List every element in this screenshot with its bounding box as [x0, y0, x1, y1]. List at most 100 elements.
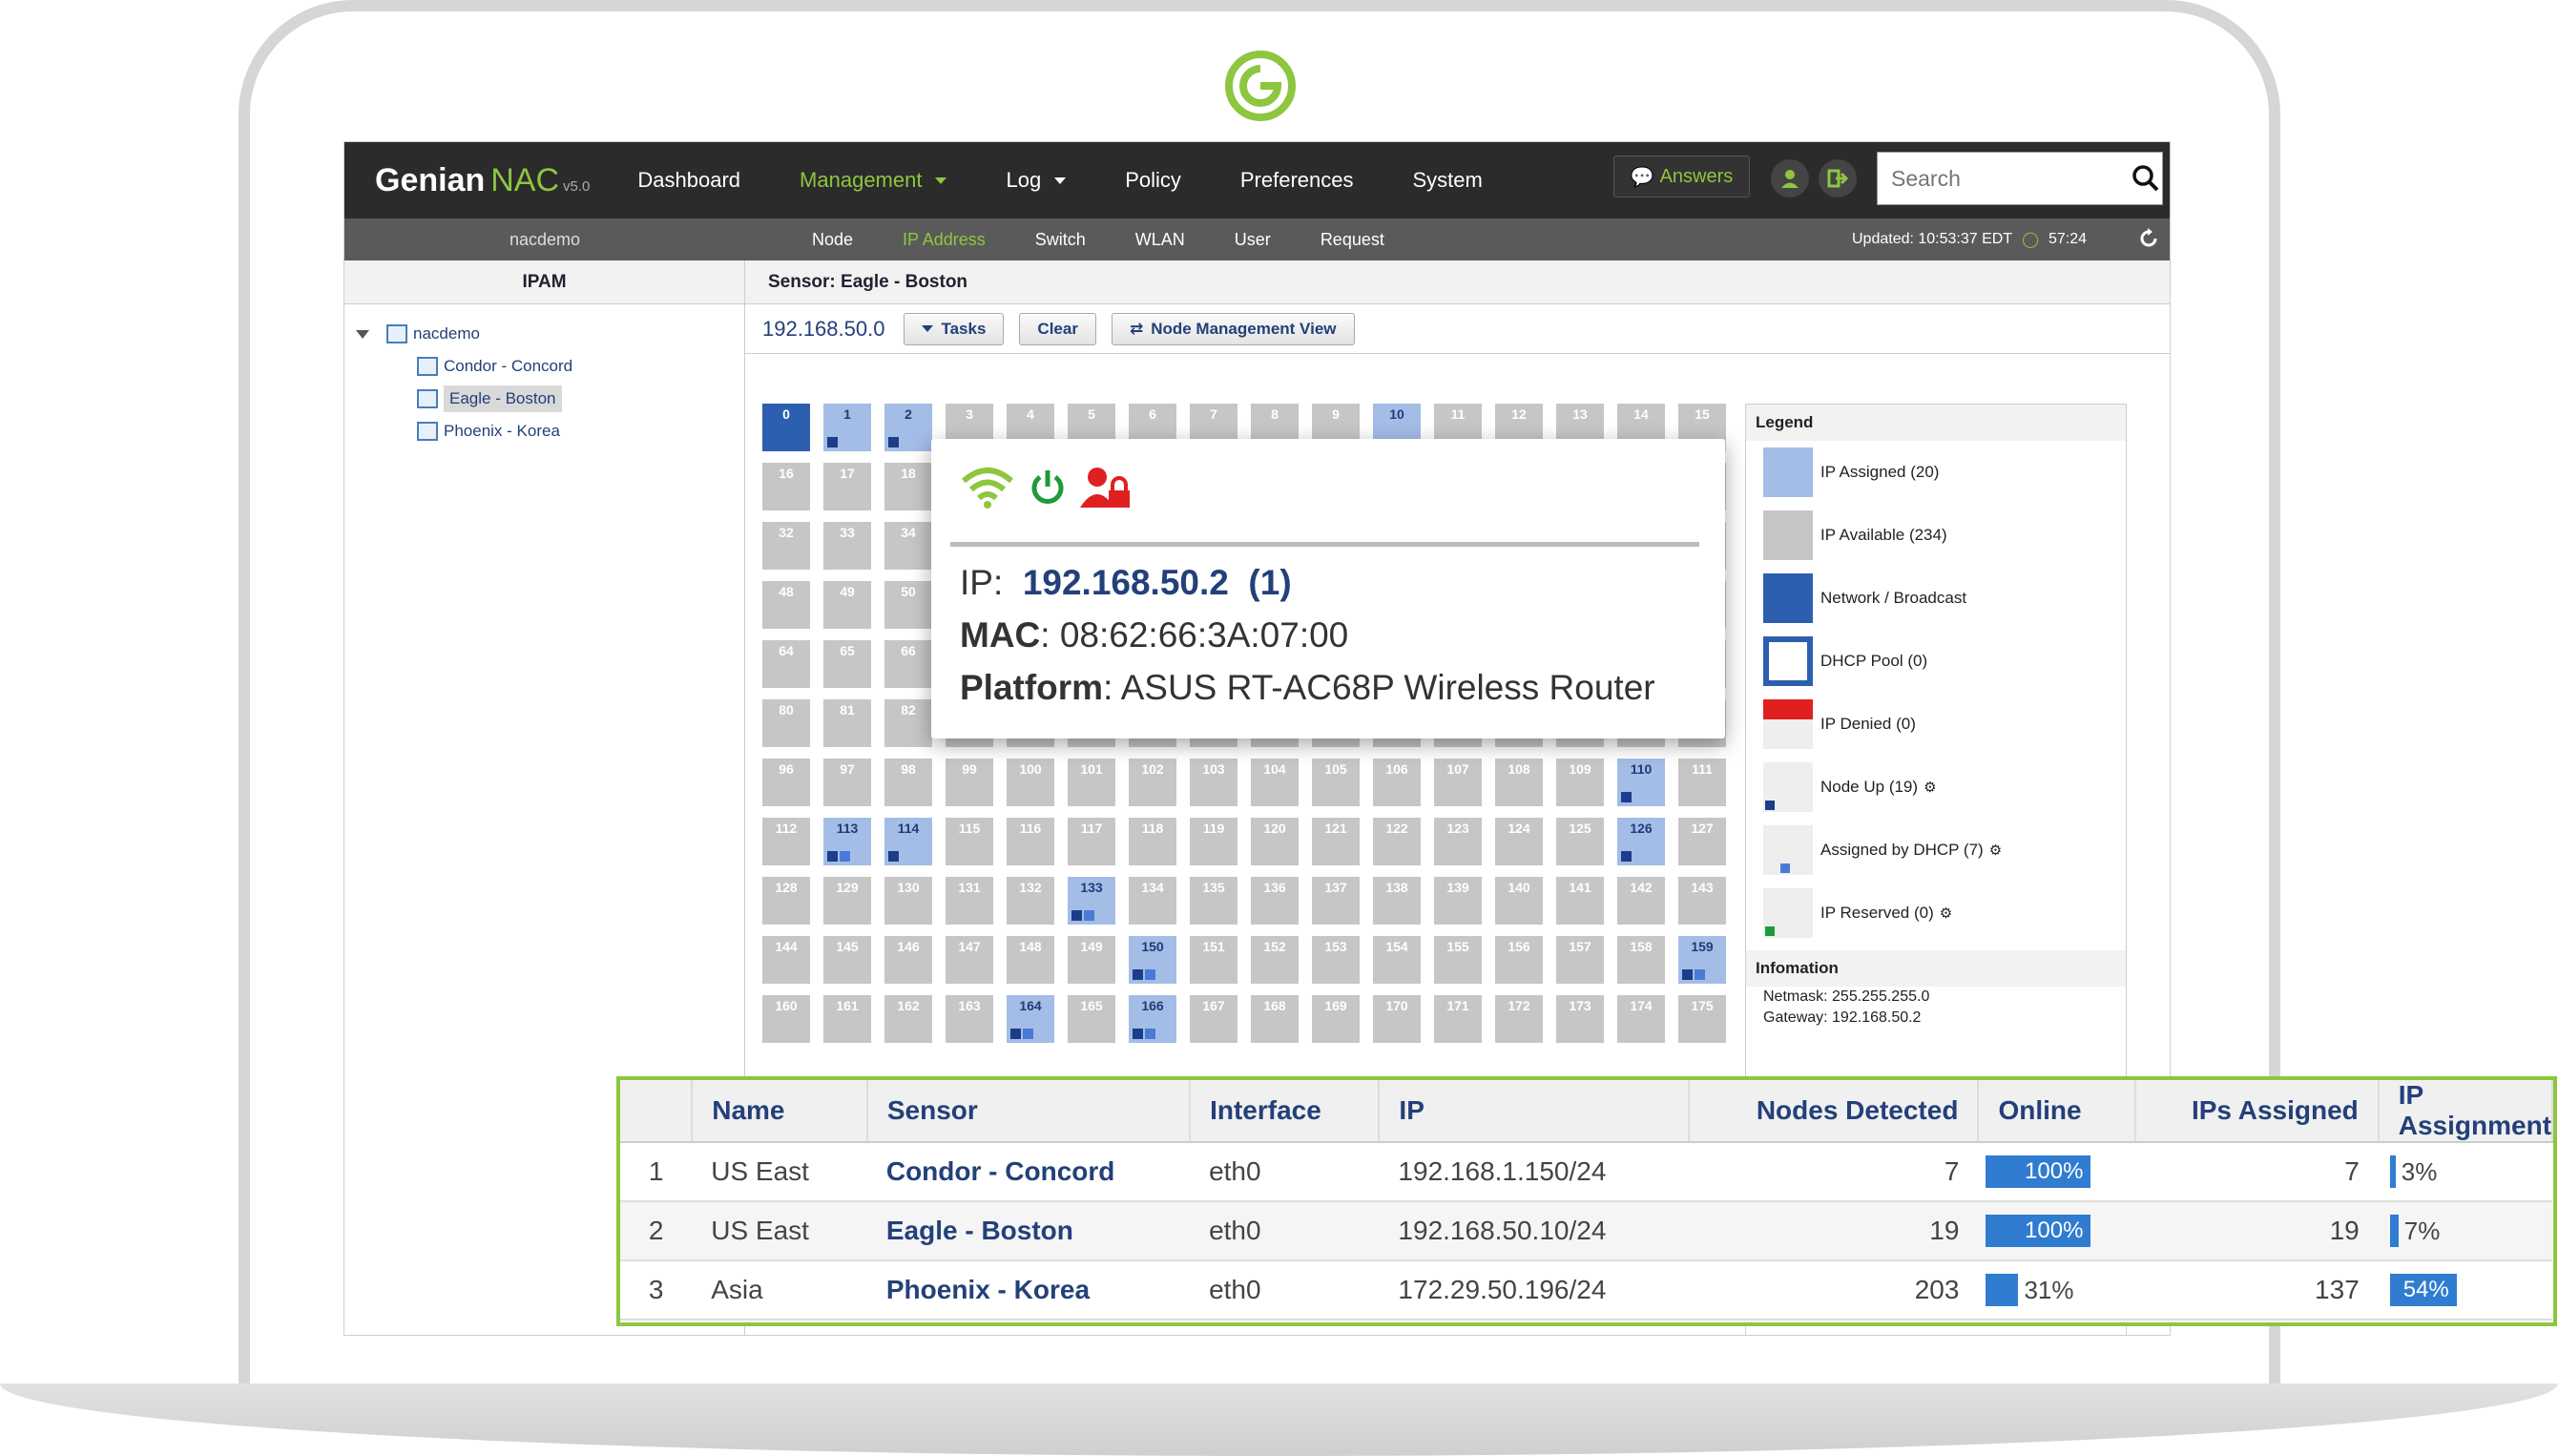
ip-cell[interactable]: 167 — [1190, 995, 1237, 1043]
subnav-item-wlan[interactable]: WLAN — [1135, 230, 1185, 250]
ip-cell[interactable]: 117 — [1068, 818, 1115, 865]
ip-cell[interactable]: 34 — [884, 522, 932, 570]
ip-cell[interactable]: 151 — [1190, 936, 1237, 984]
search-icon[interactable] — [2130, 162, 2162, 195]
ip-cell[interactable]: 1 — [823, 404, 871, 451]
column-header[interactable]: Nodes Detected — [1688, 1080, 1980, 1143]
subnav-item-switch[interactable]: Switch — [1035, 230, 1086, 250]
ip-cell[interactable]: 134 — [1129, 877, 1176, 925]
ip-cell[interactable]: 129 — [823, 877, 871, 925]
ip-cell[interactable]: 130 — [884, 877, 932, 925]
ip-cell[interactable]: 149 — [1068, 936, 1115, 984]
column-header[interactable]: Interface — [1190, 1080, 1381, 1143]
ip-cell[interactable]: 146 — [884, 936, 932, 984]
nav-item-preferences[interactable]: Preferences — [1240, 168, 1354, 193]
tree-item-sensor[interactable]: Phoenix - Korea — [350, 415, 744, 447]
tree-item-sensor[interactable]: Eagle - Boston — [350, 383, 744, 415]
table-row[interactable]: 3 Asia Phoenix - Korea eth0 172.29.50.196/24… — [620, 1260, 2552, 1321]
ip-cell[interactable]: 142 — [1617, 877, 1665, 925]
node-management-view-button[interactable]: ⇄ Node Management View — [1111, 312, 1355, 345]
ip-cell[interactable]: 111 — [1678, 759, 1726, 806]
column-header[interactable]: Name — [692, 1080, 868, 1143]
search-input[interactable] — [1878, 165, 2130, 192]
ip-cell[interactable]: 171 — [1434, 995, 1482, 1043]
ip-cell[interactable]: 105 — [1312, 759, 1360, 806]
ip-cell[interactable]: 50 — [884, 581, 932, 629]
expand-icon[interactable] — [356, 329, 369, 339]
ip-cell[interactable]: 155 — [1434, 936, 1482, 984]
ip-cell[interactable]: 132 — [1007, 877, 1054, 925]
nav-item-system[interactable]: System — [1413, 168, 1483, 193]
ip-cell[interactable]: 144 — [762, 936, 810, 984]
ip-cell[interactable]: 140 — [1495, 877, 1543, 925]
gear-icon[interactable]: ⚙ — [1940, 905, 1952, 922]
ip-cell[interactable]: 156 — [1495, 936, 1543, 984]
answers-button[interactable]: 💬 Answers — [1613, 156, 1750, 198]
user-profile-button[interactable] — [1771, 159, 1809, 198]
ip-cell[interactable]: 115 — [946, 818, 993, 865]
ip-cell[interactable]: 172 — [1495, 995, 1543, 1043]
ip-cell[interactable]: 102 — [1129, 759, 1176, 806]
ip-cell[interactable]: 120 — [1251, 818, 1299, 865]
ip-cell[interactable]: 158 — [1617, 936, 1665, 984]
ip-cell[interactable]: 164 — [1007, 995, 1054, 1043]
ip-cell[interactable]: 119 — [1190, 818, 1237, 865]
ip-cell[interactable]: 82 — [884, 699, 932, 747]
ip-cell[interactable]: 107 — [1434, 759, 1482, 806]
tasks-button[interactable]: Tasks — [904, 312, 1005, 345]
refresh-icon[interactable] — [2138, 228, 2159, 249]
column-header[interactable]: IP Assignment — [2378, 1080, 2554, 1143]
ip-cell[interactable]: 133 — [1068, 877, 1115, 925]
ip-cell[interactable]: 49 — [823, 581, 871, 629]
ip-cell[interactable]: 125 — [1556, 818, 1604, 865]
sensor-link[interactable]: Phoenix - Korea — [866, 1260, 1191, 1321]
ip-cell[interactable]: 162 — [884, 995, 932, 1043]
nav-item-dashboard[interactable]: Dashboard — [637, 168, 740, 193]
ip-cell[interactable]: 32 — [762, 522, 810, 570]
ip-cell[interactable]: 122 — [1373, 818, 1421, 865]
ip-cell[interactable]: 126 — [1617, 818, 1665, 865]
ip-cell[interactable]: 170 — [1373, 995, 1421, 1043]
ip-cell[interactable]: 168 — [1251, 995, 1299, 1043]
ip-cell[interactable]: 110 — [1617, 759, 1665, 806]
ip-cell[interactable]: 169 — [1312, 995, 1360, 1043]
ip-cell[interactable]: 80 — [762, 699, 810, 747]
ip-cell[interactable]: 141 — [1556, 877, 1604, 925]
table-row[interactable]: 2 US East Eagle - Boston eth0 192.168.50.10/… — [620, 1201, 2552, 1261]
ip-cell[interactable]: 145 — [823, 936, 871, 984]
ip-cell[interactable]: 112 — [762, 818, 810, 865]
ip-cell[interactable]: 99 — [946, 759, 993, 806]
nav-item-policy[interactable]: Policy — [1125, 168, 1181, 193]
nav-item-log[interactable]: Log — [1006, 168, 1067, 193]
ip-cell[interactable]: 148 — [1007, 936, 1054, 984]
ip-cell[interactable]: 159 — [1678, 936, 1726, 984]
ip-cell[interactable]: 128 — [762, 877, 810, 925]
ip-cell[interactable]: 108 — [1495, 759, 1543, 806]
ip-cell[interactable]: 166 — [1129, 995, 1176, 1043]
ip-cell[interactable]: 109 — [1556, 759, 1604, 806]
column-header[interactable]: IP — [1379, 1080, 1690, 1143]
subnav-item-user[interactable]: User — [1235, 230, 1271, 250]
ip-cell[interactable]: 143 — [1678, 877, 1726, 925]
ip-cell[interactable]: 174 — [1617, 995, 1665, 1043]
nav-item-management[interactable]: Management — [800, 168, 947, 193]
ip-cell[interactable]: 161 — [823, 995, 871, 1043]
ip-cell[interactable]: 152 — [1251, 936, 1299, 984]
ip-cell[interactable]: 64 — [762, 640, 810, 688]
ip-cell[interactable]: 113 — [823, 818, 871, 865]
ip-cell[interactable]: 173 — [1556, 995, 1604, 1043]
gear-icon[interactable]: ⚙ — [1924, 779, 1936, 796]
ip-cell[interactable]: 154 — [1373, 936, 1421, 984]
ip-cell[interactable]: 0 — [762, 404, 810, 451]
ip-cell[interactable]: 147 — [946, 936, 993, 984]
ip-cell[interactable]: 127 — [1678, 818, 1726, 865]
ip-cell[interactable]: 104 — [1251, 759, 1299, 806]
ip-cell[interactable]: 96 — [762, 759, 810, 806]
ip-cell[interactable]: 101 — [1068, 759, 1115, 806]
ip-cell[interactable]: 81 — [823, 699, 871, 747]
ip-cell[interactable]: 17 — [823, 463, 871, 510]
table-row[interactable]: 1 US East Condor - Concord eth0 192.168.1.15… — [620, 1142, 2552, 1202]
ip-cell[interactable]: 136 — [1251, 877, 1299, 925]
tree-root[interactable]: nacdemo — [350, 318, 744, 350]
ip-cell[interactable]: 138 — [1373, 877, 1421, 925]
